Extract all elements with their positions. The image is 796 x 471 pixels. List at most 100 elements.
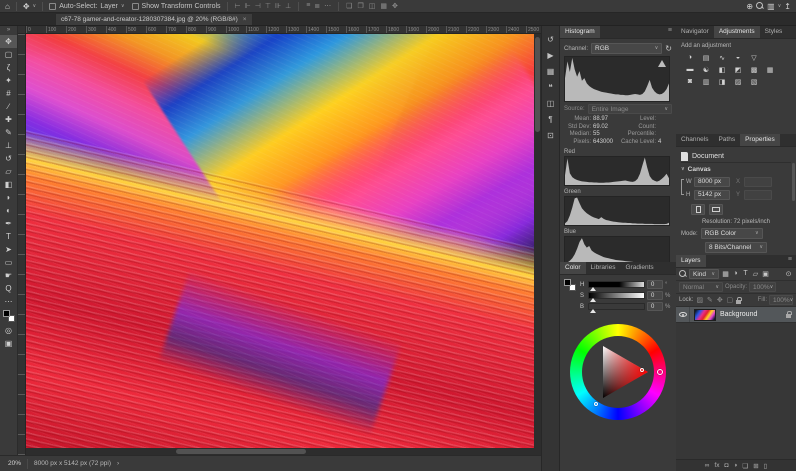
filter-toggle-icon[interactable]: ⊙ [784,270,793,278]
path-selection-tool[interactable]: ➤ [0,243,17,256]
chevron-down-icon[interactable]: ∨ [33,4,37,9]
screen-mode-icon[interactable]: ▣ [0,337,17,350]
color-slider-track[interactable] [588,292,645,299]
refresh-histogram-icon[interactable]: ↻ [665,44,672,53]
dodge-tool[interactable]: ◐ [0,204,17,217]
lasso-tool[interactable]: ζ [0,61,17,74]
tab-color[interactable]: Color [560,262,586,274]
x-field[interactable] [744,177,772,187]
panel-menu-icon[interactable]: ≡ [664,26,676,38]
info-panel-icon[interactable]: ▦ [542,63,559,79]
adjustment-vibrance-icon[interactable]: ▽ [747,52,761,63]
export-panel-icon[interactable]: ◫ [542,95,559,111]
history-panel-icon[interactable]: ↺ [542,31,559,47]
zoom-tool[interactable]: Q [0,282,17,295]
layer-thumbnail[interactable] [694,309,716,321]
tab-properties[interactable]: Properties [740,134,780,146]
layer-row-background[interactable]: Background [676,307,796,323]
tab-paths[interactable]: Paths [713,134,740,146]
filter-type-icon[interactable]: T [741,270,750,278]
horizontal-scrollbar-thumb[interactable] [176,449,306,454]
width-field[interactable]: 8000 px [694,177,730,187]
arrange-icon-5[interactable]: ✥ [391,2,399,10]
type-tool[interactable]: T [0,230,17,243]
filter-kind-select[interactable]: Kind∨ [689,269,719,279]
more-align-options-icon[interactable]: ⋯ [323,2,332,10]
comments-panel-icon[interactable]: ❝ [542,79,559,95]
height-field[interactable]: 5142 px [694,190,730,200]
filter-search-icon[interactable] [679,270,687,278]
chevron-down-icon[interactable]: ∨ [778,4,782,9]
home-icon[interactable]: ⌂ [5,2,10,11]
channel-select[interactable]: RGB∨ [591,43,662,54]
clone-stamp-tool[interactable]: ⊥ [0,139,17,152]
align-center-h-icon[interactable]: ⊩ [244,2,252,10]
adjustment-levels-icon[interactable]: ▤ [699,52,713,63]
vertical-scrollbar-thumb[interactable] [535,37,540,132]
layer-effects-icon[interactable]: fx [714,462,719,469]
filter-adjustment-icon[interactable]: ◑ [731,270,740,278]
quick-selection-tool[interactable]: ✦ [0,74,17,87]
new-layer-icon[interactable]: ⊞ [753,462,758,470]
eyedropper-tool[interactable]: ∕ [0,100,17,113]
layer-lock-icon[interactable] [786,314,791,318]
show-transform-checkbox[interactable] [132,3,139,10]
vertical-scrollbar[interactable] [534,34,541,448]
bit-depth-select[interactable]: 8 Bits/Channel∨ [705,242,767,253]
marquee-tool[interactable]: ▢ [0,48,17,61]
tab-gradients[interactable]: Gradients [620,262,658,274]
globe-icon[interactable]: ⊕ [746,2,753,11]
saturation-brightness-triangle[interactable] [582,336,654,408]
auto-select-dropdown[interactable]: Layer [100,3,118,10]
status-chevron-icon[interactable]: › [117,460,119,467]
slider-thumb[interactable] [590,309,596,313]
move-tool[interactable]: ✥ [0,35,17,48]
new-adjustment-layer-icon[interactable]: ◑ [733,462,737,469]
blend-mode-select[interactable]: Normal∨ [679,282,723,292]
document-tab[interactable]: c67-78 gamer-and-creator-1280307384.jpg … [55,13,253,25]
search-icon[interactable] [756,2,764,10]
filter-smart-object-icon[interactable]: ▣ [761,270,770,278]
align-middle-icon[interactable]: ⊪ [274,2,282,10]
arrange-icon-3[interactable]: ◫ [368,2,377,10]
delete-layer-icon[interactable]: ▯ [764,462,768,470]
filter-pixel-icon[interactable]: ▦ [721,270,730,278]
gradient-tool[interactable]: ◧ [0,178,17,191]
adjustment-photo-filter-icon[interactable]: ◩ [731,64,745,75]
tab-layers[interactable]: Layers [676,255,706,267]
eraser-tool[interactable]: ▱ [0,165,17,178]
color-slider-value[interactable]: 0 [647,291,663,300]
lock-pixels-icon[interactable]: ✎ [705,296,714,304]
adjustment-channel-mixer-icon[interactable]: ▩ [747,64,761,75]
slider-thumb[interactable] [590,287,596,291]
more-tools-icon[interactable]: ⋯ [0,295,17,308]
hue-ring-selector[interactable] [657,369,663,375]
actions-panel-icon[interactable]: ▶ [542,47,559,63]
lock-artboard-icon[interactable]: ▢ [725,296,734,304]
link-dimensions-icon[interactable] [681,179,684,195]
lock-all-icon[interactable] [736,300,741,304]
workspace-icon[interactable]: ▥ [767,2,775,11]
adjustment-brightness-contrast-icon[interactable]: ◑ [683,52,697,63]
zoom-level-field[interactable]: 20% [8,460,21,467]
auto-select-checkbox[interactable] [49,3,56,10]
new-group-icon[interactable]: ❏ [742,462,748,470]
adjustment-color-lookup-icon[interactable]: ▦ [763,64,777,75]
lock-transparency-icon[interactable]: ▨ [695,296,704,304]
adjustment-hue-saturation-icon[interactable]: ▬ [683,64,697,75]
link-layers-icon[interactable]: ∞ [705,462,710,469]
color-slider-track[interactable] [588,303,645,310]
foreground-color-swatch[interactable] [3,310,10,317]
horizontal-scrollbar[interactable] [26,448,534,455]
adjustment-black-white-icon[interactable]: ◧ [715,64,729,75]
align-top-icon[interactable]: ⊤ [264,2,272,10]
tab-libraries[interactable]: Libraries [586,262,621,274]
portrait-orientation-button[interactable] [691,204,705,215]
arrange-icon-1[interactable]: ❏ [345,2,353,10]
layer-mask-icon[interactable]: ◘ [724,462,728,469]
slider-thumb[interactable] [590,298,596,302]
chevron-down-icon[interactable]: ∨ [681,167,685,172]
align-right-icon[interactable]: ⊣ [254,2,262,10]
color-slider-track[interactable] [588,281,645,288]
adjustment-curves-icon[interactable]: ∿ [715,52,729,63]
